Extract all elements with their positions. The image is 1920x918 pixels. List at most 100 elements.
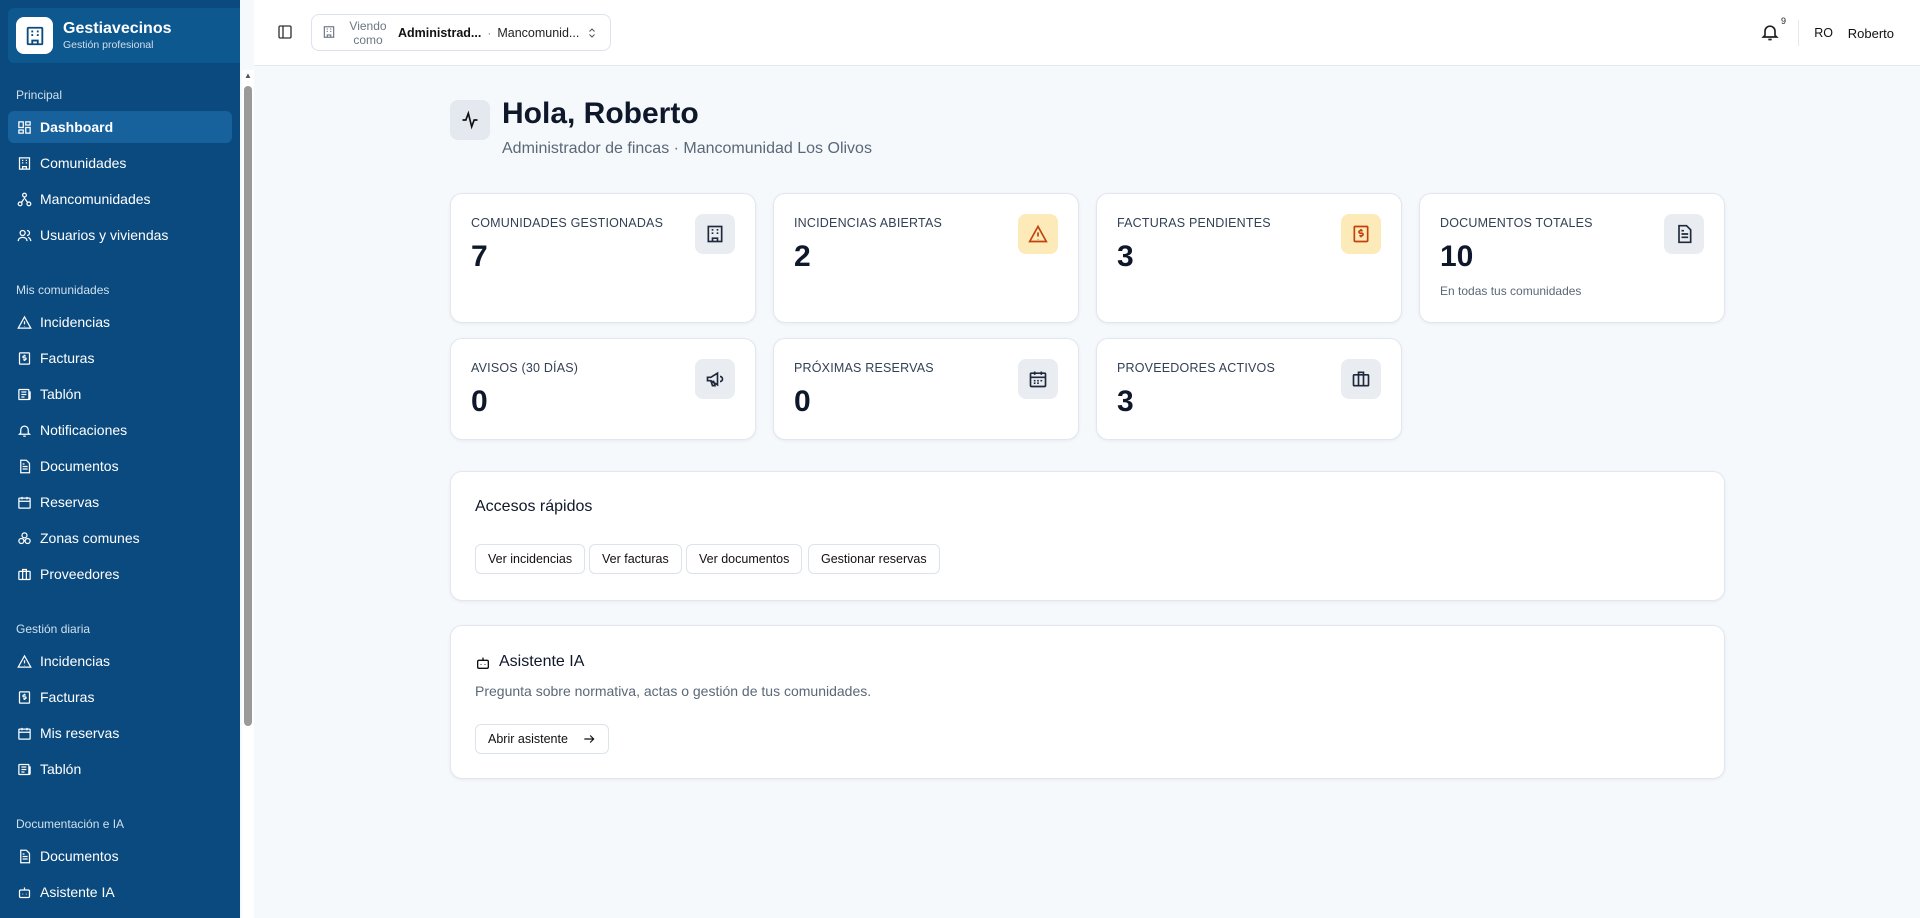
ver-documentos-button[interactable]: Ver documentos (686, 544, 803, 574)
gestionar-reservas-button[interactable]: Gestionar reservas (808, 544, 940, 574)
sidebar-scroll-thumb[interactable] (244, 86, 252, 726)
sidebar-item-notificaciones[interactable]: Notificaciones (8, 414, 232, 446)
sidebar-item-documentos-ia[interactable]: Documentos (8, 840, 232, 872)
stat-card-facturas[interactable]: FACTURAS PENDIENTES 3 (1096, 193, 1402, 323)
stat-label: INCIDENCIAS ABIERTAS (794, 216, 943, 230)
stat-label: AVISOS (30 DÍAS) (471, 361, 579, 375)
sidebar-item-comunidades[interactable]: Comunidades (8, 147, 232, 179)
newspaper-icon (16, 386, 32, 402)
stat-card-proveedores[interactable]: PROVEEDORES ACTIVOS 3 (1096, 338, 1402, 440)
sidebar-item-dashboard[interactable]: Dashboard (8, 111, 232, 143)
stat-card-documentos[interactable]: DOCUMENTOS TOTALES 10 En todas tus comun… (1419, 193, 1725, 323)
quick-access-title: Accesos rápidos (475, 498, 593, 515)
sidebar-item-label: Reservas (40, 494, 100, 510)
briefcase-icon (16, 566, 32, 582)
ai-assistant-title: Asistente IA (499, 653, 585, 670)
ai-assistant-card: Asistente IA Pregunta sobre normativa, a… (450, 625, 1725, 779)
sidebar-item-proveedores[interactable]: Proveedores (8, 558, 232, 590)
warning-icon (16, 653, 32, 669)
network-icon (16, 191, 32, 207)
stat-label: FACTURAS PENDIENTES (1117, 216, 1271, 230)
calendar-icon (16, 725, 32, 741)
warning-icon (1018, 214, 1058, 254)
ver-incidencias-button[interactable]: Ver incidencias (475, 544, 586, 574)
section-label-documentacion-ia: Documentación e IA (16, 817, 125, 831)
stat-card-incidencias[interactable]: INCIDENCIAS ABIERTAS 2 (773, 193, 1079, 323)
sidebar-item-asistente-ia[interactable]: Asistente IA (8, 876, 232, 908)
newspaper-icon (16, 761, 32, 777)
open-assistant-button[interactable]: Abrir asistente (475, 724, 609, 754)
sidebar-item-label: Facturas (40, 350, 95, 366)
stat-card-reservas[interactable]: PRÓXIMAS RESERVAS 0 (773, 338, 1079, 440)
stat-value: 0 (471, 385, 488, 418)
briefcase-icon (1341, 359, 1381, 399)
sidebar-item-label: Tablón (40, 761, 82, 777)
dashboard-icon (16, 119, 32, 135)
user-menu-name[interactable]: Roberto (1848, 26, 1894, 41)
sidebar-toggle-icon[interactable] (276, 23, 294, 41)
page-subtitle: Administrador de fincas · Mancomunidad L… (502, 140, 872, 157)
ai-assistant-description: Pregunta sobre normativa, actas o gestió… (475, 683, 872, 699)
section-label-mis-comunidades: Mis comunidades (16, 283, 110, 297)
brand-name: Gestiavecinos (63, 19, 172, 37)
building-logo-icon (16, 17, 53, 54)
stat-card-avisos[interactable]: AVISOS (30 DÍAS) 0 (450, 338, 756, 440)
invoice-icon (16, 689, 32, 705)
notifications-bell-icon[interactable] (1760, 22, 1780, 42)
stat-value: 10 (1440, 240, 1474, 273)
sidebar-item-mis-reservas[interactable]: Mis reservas (8, 717, 232, 749)
viewing-role: Administrad... (398, 25, 482, 40)
sidebar-item-incidencias-diaria[interactable]: Incidencias (8, 645, 232, 677)
stat-card-comunidades[interactable]: COMUNIDADES GESTIONADAS 7 (450, 193, 756, 323)
stat-value: 3 (1117, 385, 1134, 418)
sidebar-item-tablon[interactable]: Tablón (8, 378, 232, 410)
stat-value: 0 (794, 385, 811, 418)
sidebar-item-label: Asistente IA (40, 884, 115, 900)
sidebar-item-mancomunidades[interactable]: Mancomunidades (8, 183, 232, 215)
document-icon (1664, 214, 1704, 254)
sidebar-item-label: Notificaciones (40, 422, 128, 438)
quick-access-card: Accesos rápidos Ver incidencias Ver fact… (450, 471, 1725, 601)
sidebar-item-documentos[interactable]: Documentos (8, 450, 232, 482)
megaphone-icon (695, 359, 735, 399)
building-icon (16, 155, 32, 171)
topbar-divider (1798, 20, 1799, 46)
sidebar-item-zonas-comunes[interactable]: Zonas comunes (8, 522, 232, 554)
ver-facturas-button[interactable]: Ver facturas (589, 544, 682, 574)
sidebar-item-incidencias[interactable]: Incidencias (8, 306, 232, 338)
stat-label: PRÓXIMAS RESERVAS (794, 361, 934, 375)
sidebar-item-label: Mis reservas (40, 725, 120, 741)
open-assistant-label: Abrir asistente (488, 732, 568, 746)
sidebar-item-label: Zonas comunes (40, 530, 140, 546)
stat-label: COMUNIDADES GESTIONADAS (471, 216, 664, 230)
brand[interactable]: Gestiavecinos Gestión profesional (8, 8, 240, 63)
viewing-as-label: Viendo como (349, 18, 387, 47)
section-label-principal: Principal (16, 88, 63, 102)
scroll-up-arrow-icon[interactable]: ▲ (244, 72, 252, 80)
sidebar: Gestiavecinos Gestión profesional Princi… (0, 0, 240, 918)
shapes-icon (16, 530, 32, 546)
building-icon (322, 25, 338, 41)
arrow-right-icon (582, 732, 596, 746)
sidebar-item-facturas-diaria[interactable]: Facturas (8, 681, 232, 713)
bot-icon (475, 655, 491, 671)
topbar: Viendo como Administrad... · Mancomunid.… (254, 0, 1920, 66)
avatar[interactable]: RO (1814, 26, 1833, 40)
notification-count-badge: 9 (1780, 16, 1786, 26)
stat-value: 2 (794, 240, 811, 273)
sidebar-item-facturas[interactable]: Facturas (8, 342, 232, 374)
stat-value: 7 (471, 240, 488, 273)
users-icon (16, 227, 32, 243)
sidebar-item-label: Documentos (40, 458, 119, 474)
sidebar-item-usuarios[interactable]: Usuarios y viviendas (8, 219, 232, 251)
sidebar-item-label: Mancomunidades (40, 191, 151, 207)
sidebar-item-reservas[interactable]: Reservas (8, 486, 232, 518)
document-icon (16, 458, 32, 474)
page-title: Hola, Roberto (502, 97, 699, 130)
sidebar-item-label: Facturas (40, 689, 95, 705)
sidebar-item-label: Incidencias (40, 314, 111, 330)
invoice-icon (1341, 214, 1381, 254)
viewing-as-selector[interactable]: Viendo como Administrad... · Mancomunid.… (311, 14, 611, 51)
sidebar-item-tablon-diaria[interactable]: Tablón (8, 753, 232, 785)
sidebar-item-label: Dashboard (40, 119, 114, 135)
